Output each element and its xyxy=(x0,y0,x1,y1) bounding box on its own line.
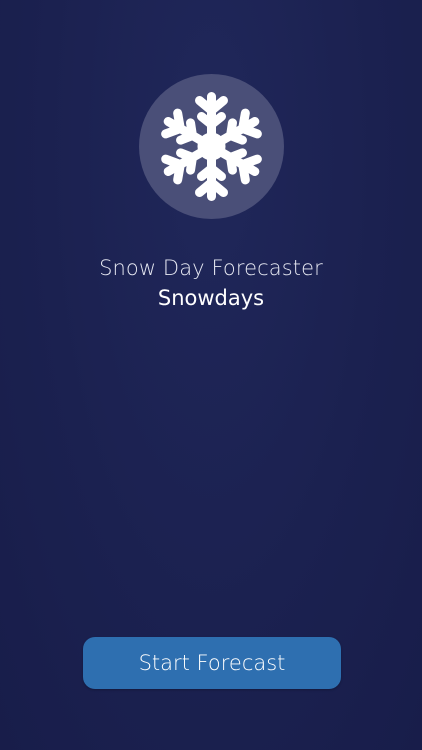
splash-screen: Snow Day Forecaster Snowdays Start Forec… xyxy=(0,0,422,750)
logo-badge xyxy=(139,74,284,219)
app-title: Snowdays xyxy=(157,286,265,310)
start-forecast-button[interactable]: Start Forecast xyxy=(83,637,341,689)
snowflake-icon xyxy=(161,92,262,201)
app-subtitle: Snow Day Forecaster xyxy=(99,256,323,280)
